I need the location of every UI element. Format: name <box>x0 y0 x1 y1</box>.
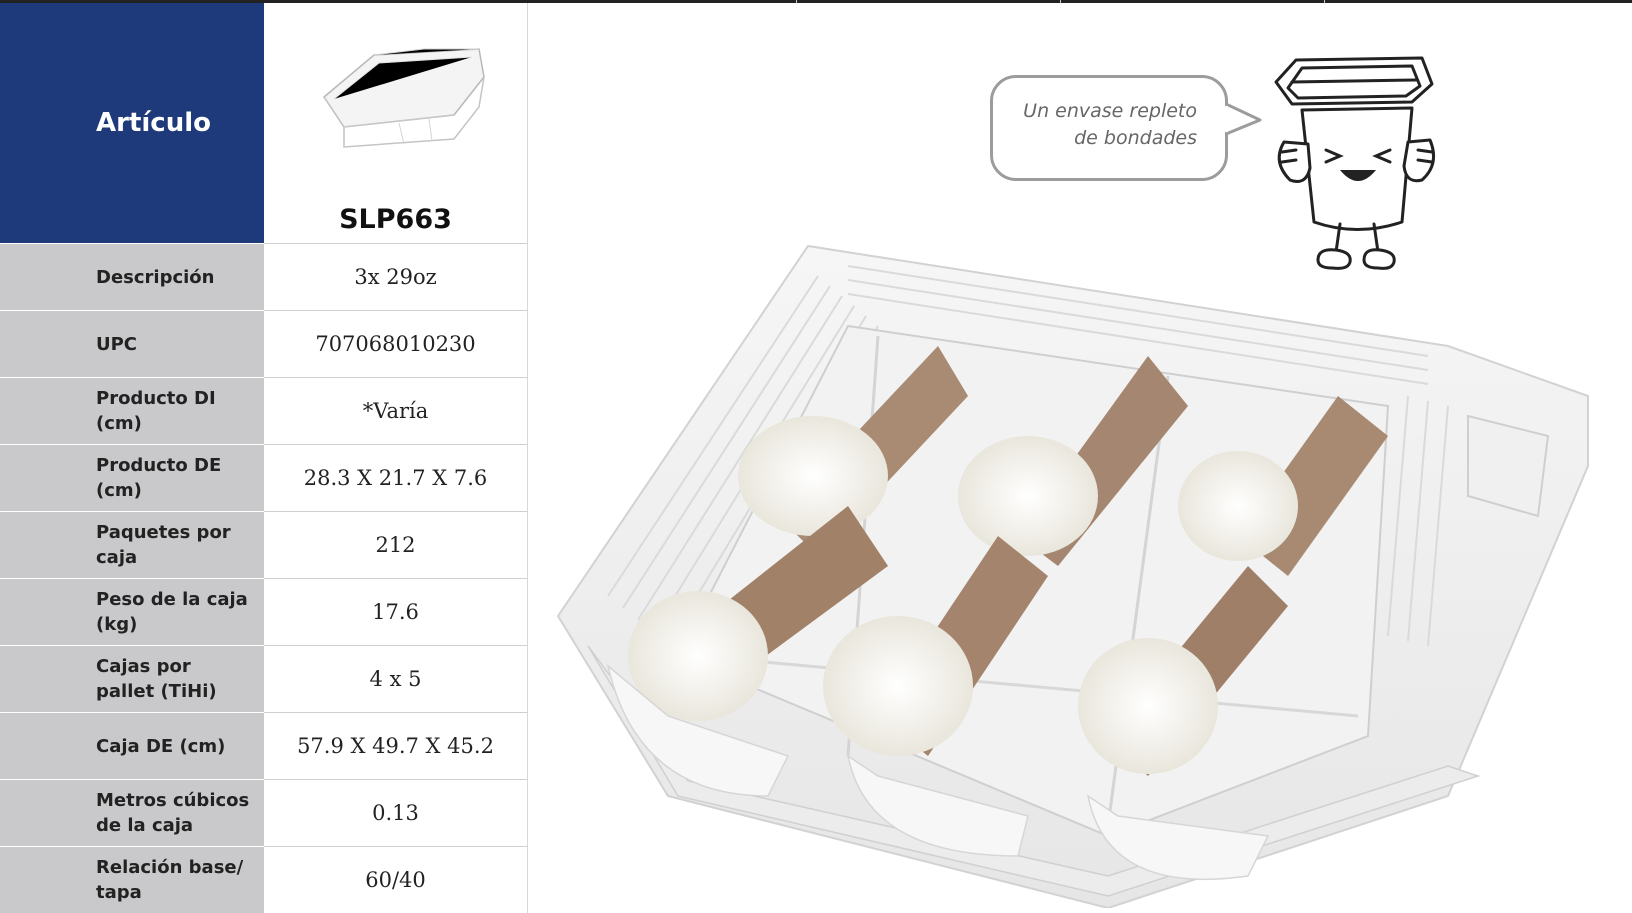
spec-value: 212 <box>264 511 528 578</box>
top-tick <box>1060 0 1061 3</box>
spec-label: Cajas por pallet (TiHi) <box>0 645 264 712</box>
article-cell: SLP663 <box>264 3 528 243</box>
sku-code: SLP663 <box>339 204 452 235</box>
spec-row: Producto DE (cm) 28.3 X 21.7 X 7.6 <box>0 444 528 511</box>
spec-value: 28.3 X 21.7 X 7.6 <box>264 444 528 511</box>
spec-label: Metros cúbicos de la caja <box>0 779 264 846</box>
spec-value: 57.9 X 49.7 X 45.2 <box>264 712 528 779</box>
container-thumbnail-image <box>323 48 485 148</box>
top-tick <box>796 0 797 3</box>
container-mascot-icon <box>1274 56 1436 270</box>
spec-header: Artículo SLP663 <box>0 3 528 243</box>
article-heading: Artículo <box>0 3 264 243</box>
spec-row: Cajas por pallet (TiHi) 4 x 5 <box>0 645 528 712</box>
spec-row: Caja DE (cm) 57.9 X 49.7 X 45.2 <box>0 712 528 779</box>
spec-value: 17.6 <box>264 578 528 645</box>
spec-value: *Varía <box>264 377 528 444</box>
spec-label: Descripción <box>0 243 264 310</box>
spec-value: 3x 29oz <box>264 243 528 310</box>
spec-row: Peso de la caja (kg) 17.6 <box>0 578 528 645</box>
spec-row: Metros cúbicos de la caja 0.13 <box>0 779 528 846</box>
spec-label: Producto DI (cm) <box>0 377 264 444</box>
spec-table: Artículo SLP663 Descripción 3x 29oz UPC … <box>0 3 528 913</box>
spec-row: Relación base/ tapa 60/40 <box>0 846 528 913</box>
spec-label: Producto DE (cm) <box>0 444 264 511</box>
bubble-text-line-2: de bondades <box>1074 127 1197 149</box>
bubble-tail <box>1224 102 1262 136</box>
spec-row: UPC 707068010230 <box>0 310 528 377</box>
spec-label: Relación base/ tapa <box>0 846 264 913</box>
spec-value: 60/40 <box>264 846 528 913</box>
spec-label: Peso de la caja (kg) <box>0 578 264 645</box>
spec-value: 4 x 5 <box>264 645 528 712</box>
product-photo <box>556 244 1589 908</box>
spec-row: Paquetes por caja 212 <box>0 511 528 578</box>
top-tick <box>1324 0 1325 3</box>
spec-value: 0.13 <box>264 779 528 846</box>
spec-row: Descripción 3x 29oz <box>0 243 528 310</box>
speech-bubble: Un envase repleto de bondades <box>990 75 1228 181</box>
spec-value: 707068010230 <box>264 310 528 377</box>
spec-label: Caja DE (cm) <box>0 712 264 779</box>
spec-label: UPC <box>0 310 264 377</box>
spec-row: Producto DI (cm) *Varía <box>0 377 528 444</box>
bubble-text-line-1: Un envase repleto <box>1023 100 1197 122</box>
spec-label: Paquetes por caja <box>0 511 264 578</box>
